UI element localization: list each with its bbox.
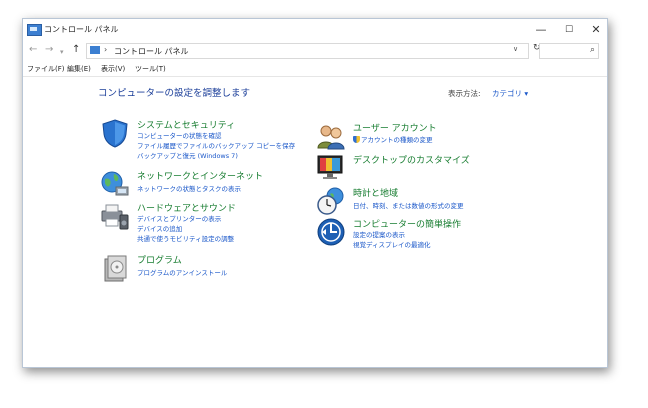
back-button[interactable]: ← xyxy=(29,44,37,56)
shield-security-icon xyxy=(102,119,128,148)
link-backup-restore[interactable]: バックアップと復元 (Windows 7) xyxy=(137,150,238,160)
category-title[interactable]: デスクトップのカスタマイズ xyxy=(353,153,470,166)
link-check-status[interactable]: コンピューターの状態を確認 xyxy=(137,130,222,140)
address-bar[interactable]: › コントロール パネル ∨ xyxy=(86,43,529,59)
uac-shield-icon xyxy=(353,136,360,143)
ease-of-access-icon xyxy=(317,218,345,246)
menu-file[interactable]: ファイル(F) xyxy=(27,64,65,74)
control-panel-icon xyxy=(27,24,42,36)
programs-disc-icon xyxy=(104,255,127,282)
network-globe-icon xyxy=(101,171,129,196)
link-date-time-format[interactable]: 日付、時刻、または数値の形式の変更 xyxy=(353,200,464,210)
forward-button[interactable]: → xyxy=(45,44,53,56)
control-panel-icon xyxy=(90,46,100,54)
search-icon[interactable]: ⌕ xyxy=(590,45,595,55)
recent-locations-button[interactable]: ▾ xyxy=(60,46,64,58)
menu-bar: ファイル(F) 編集(E) 表示(V) ツール(T) xyxy=(23,62,607,77)
monitor-palette-icon xyxy=(317,155,343,179)
link-optimize-display[interactable]: 視覚ディスプレイの最適化 xyxy=(353,239,431,249)
link-network-status[interactable]: ネットワークの状態とタスクの表示 xyxy=(137,183,241,193)
category-title[interactable]: ユーザー アカウント xyxy=(353,121,437,134)
address-dropdown-icon[interactable]: ∨ xyxy=(513,45,518,53)
window-title: コントロール パネル xyxy=(44,25,119,34)
up-button[interactable]: ↑ xyxy=(72,44,80,56)
minimize-button[interactable]: — xyxy=(528,21,554,39)
title-bar[interactable]: コントロール パネル — ☐ ✕ xyxy=(23,19,607,41)
menu-tools[interactable]: ツール(T) xyxy=(135,64,166,74)
menu-edit[interactable]: 編集(E) xyxy=(67,64,91,74)
link-devices-printers[interactable]: デバイスとプリンターの表示 xyxy=(137,213,221,223)
view-by-dropdown[interactable]: カテゴリ xyxy=(492,88,528,99)
category-title[interactable]: ネットワークとインターネット xyxy=(137,169,263,182)
close-button[interactable]: ✕ xyxy=(583,21,609,39)
link-uninstall-program[interactable]: プログラムのアンインストール xyxy=(137,267,227,277)
link-add-device[interactable]: デバイスの追加 xyxy=(137,223,182,233)
breadcrumb-separator[interactable]: › xyxy=(104,45,107,54)
page-title: コンピューターの設定を調整します xyxy=(98,88,251,99)
category-title[interactable]: 時計と地域 xyxy=(353,186,398,199)
printer-speaker-icon xyxy=(101,204,129,230)
maximize-button[interactable]: ☐ xyxy=(556,21,582,39)
view-by-label: 表示方法: xyxy=(448,89,481,98)
search-box[interactable]: ⌕ xyxy=(539,43,599,59)
link-change-account-type[interactable]: アカウントの種類の変更 xyxy=(353,134,433,144)
link-settings-suggestions[interactable]: 設定の提案の表示 xyxy=(353,229,405,239)
link-mobility-settings[interactable]: 共通で使うモビリティ設定の調整 xyxy=(137,233,234,243)
link-label: アカウントの種類の変更 xyxy=(361,136,433,144)
breadcrumb-control-panel[interactable]: コントロール パネル xyxy=(114,46,189,57)
menu-view[interactable]: 表示(V) xyxy=(101,64,125,74)
clock-globe-icon xyxy=(317,187,344,215)
control-panel-window: コントロール パネル — ☐ ✕ ← → ▾ ↑ › コントロール パネル ∨ … xyxy=(22,18,608,368)
navigation-bar: ← → ▾ ↑ › コントロール パネル ∨ ↻ ⌕ xyxy=(23,41,607,61)
link-file-history[interactable]: ファイル履歴でファイルのバックアップ コピーを保存 xyxy=(137,140,295,150)
category-title[interactable]: プログラム xyxy=(137,253,182,266)
users-icon xyxy=(317,125,345,150)
